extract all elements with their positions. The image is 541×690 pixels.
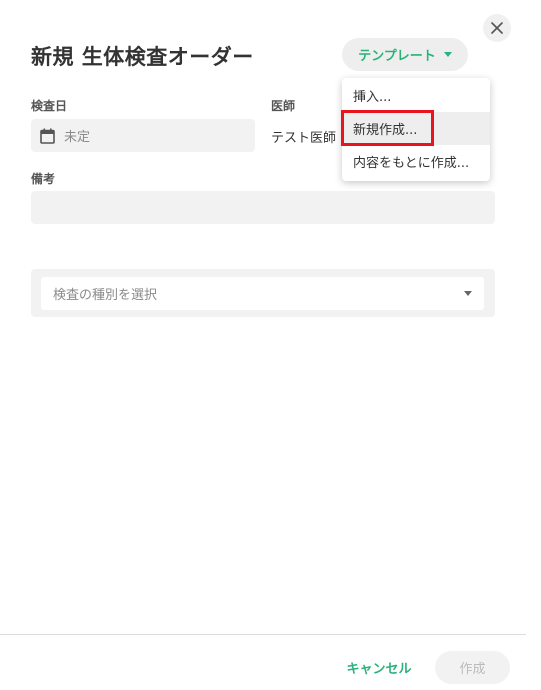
footer-divider <box>0 634 526 635</box>
doctor-value: テスト医師 <box>271 131 337 146</box>
cancel-button[interactable]: キャンセル <box>338 651 420 684</box>
caret-down-icon <box>443 52 452 57</box>
menu-item-insert[interactable]: 挿入... <box>342 79 490 112</box>
exam-date-value: 未定 <box>64 130 91 145</box>
create-button[interactable]: 作成 <box>435 651 510 684</box>
menu-item-new[interactable]: 新規作成... <box>342 112 490 145</box>
doctor-label: 医師 <box>271 99 296 113</box>
notes-label: 備考 <box>31 172 56 186</box>
dialog-title: 新規 生体検査オーダー <box>31 45 254 69</box>
exam-date-label: 検査日 <box>31 99 68 113</box>
template-button-label: テンプレート <box>358 49 436 64</box>
exam-type-select[interactable]: 検査の種別を選択 <box>41 277 484 310</box>
exam-type-panel: 検査の種別を選択 <box>31 269 495 317</box>
template-button[interactable]: テンプレート <box>342 38 468 71</box>
exam-date-field[interactable]: 未定 <box>31 119 255 152</box>
close-icon <box>491 22 503 34</box>
close-button[interactable] <box>483 14 511 42</box>
exam-type-placeholder: 検査の種別を選択 <box>53 288 158 303</box>
caret-down-icon <box>464 291 472 296</box>
template-menu: 挿入... 新規作成... 内容をもとに作成... <box>342 78 490 181</box>
menu-item-create-from-content[interactable]: 内容をもとに作成... <box>342 145 490 178</box>
calendar-icon <box>40 128 55 144</box>
notes-input[interactable] <box>31 191 495 224</box>
